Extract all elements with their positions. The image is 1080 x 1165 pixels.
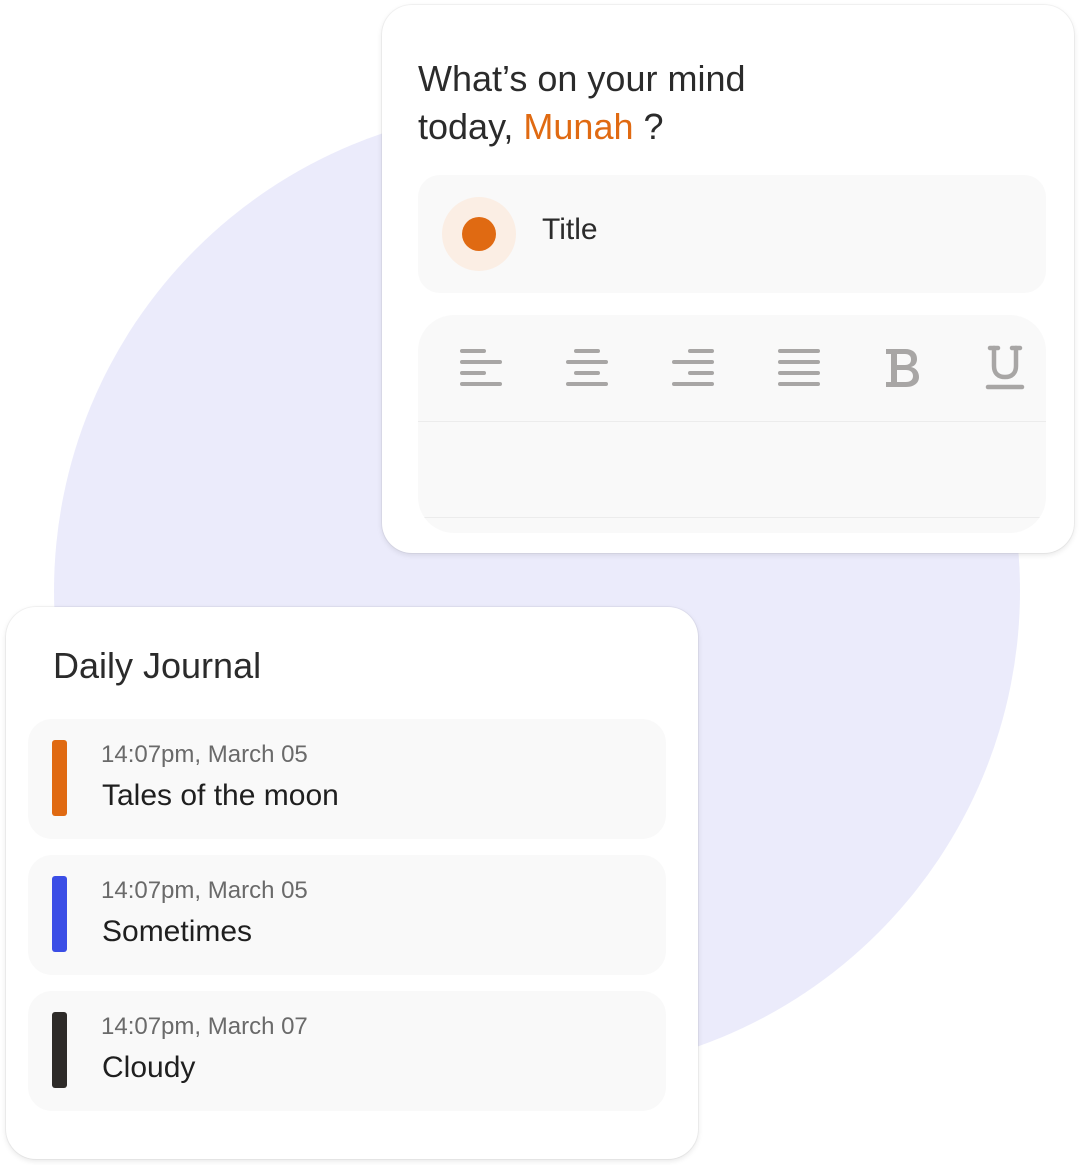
color-picker-button[interactable] [442,197,516,271]
journal-entry[interactable]: 14:07pm, March 05 Sometimes [28,855,666,975]
greeting-prompt: What’s on your mind today, Munah ? [418,55,745,151]
bold-icon [886,349,919,387]
entry-color-bar [52,740,67,816]
align-justify-icon [778,349,820,386]
prompt-suffix: ? [633,106,664,147]
entry-time: 14:07pm, March 05 [101,877,308,904]
align-center-icon [566,349,608,386]
formatting-toolbar [418,315,1046,422]
color-dot-icon [462,217,496,251]
journal-entry[interactable]: 14:07pm, March 07 Cloudy [28,991,666,1111]
entry-time: 14:07pm, March 07 [101,1013,308,1040]
align-left-icon [460,349,502,386]
journal-title: Daily Journal [53,645,262,686]
underline-icon [985,345,1025,390]
editor-text-area[interactable] [418,423,1046,518]
align-center-button[interactable] [564,345,610,391]
align-right-button[interactable] [670,345,716,391]
new-entry-card: What’s on your mind today, Munah ? Title [382,5,1074,553]
entry-title: Tales of the moon [102,779,339,812]
entry-time: 14:07pm, March 05 [101,741,308,768]
underline-button[interactable] [982,345,1028,391]
title-placeholder: Title [542,213,598,246]
app-stage: What’s on your mind today, Munah ? Title [0,0,1080,1165]
prompt-line-2: today, [418,106,524,147]
entry-title: Sometimes [102,915,253,948]
daily-journal-card: Daily Journal 14:07pm, March 05 Tales of… [6,607,698,1159]
align-justify-button[interactable] [776,345,822,391]
title-input[interactable]: Title [418,175,1046,293]
rich-text-editor [418,315,1046,533]
entry-title: Cloudy [102,1051,196,1084]
user-name: Munah [523,106,634,147]
align-left-button[interactable] [458,345,504,391]
prompt-line-1: What’s on your mind [418,58,746,99]
entry-color-bar [52,876,67,952]
entry-color-bar [52,1012,67,1088]
journal-entry[interactable]: 14:07pm, March 05 Tales of the moon [28,719,666,839]
align-right-icon [672,349,714,386]
bold-button[interactable] [880,345,926,391]
